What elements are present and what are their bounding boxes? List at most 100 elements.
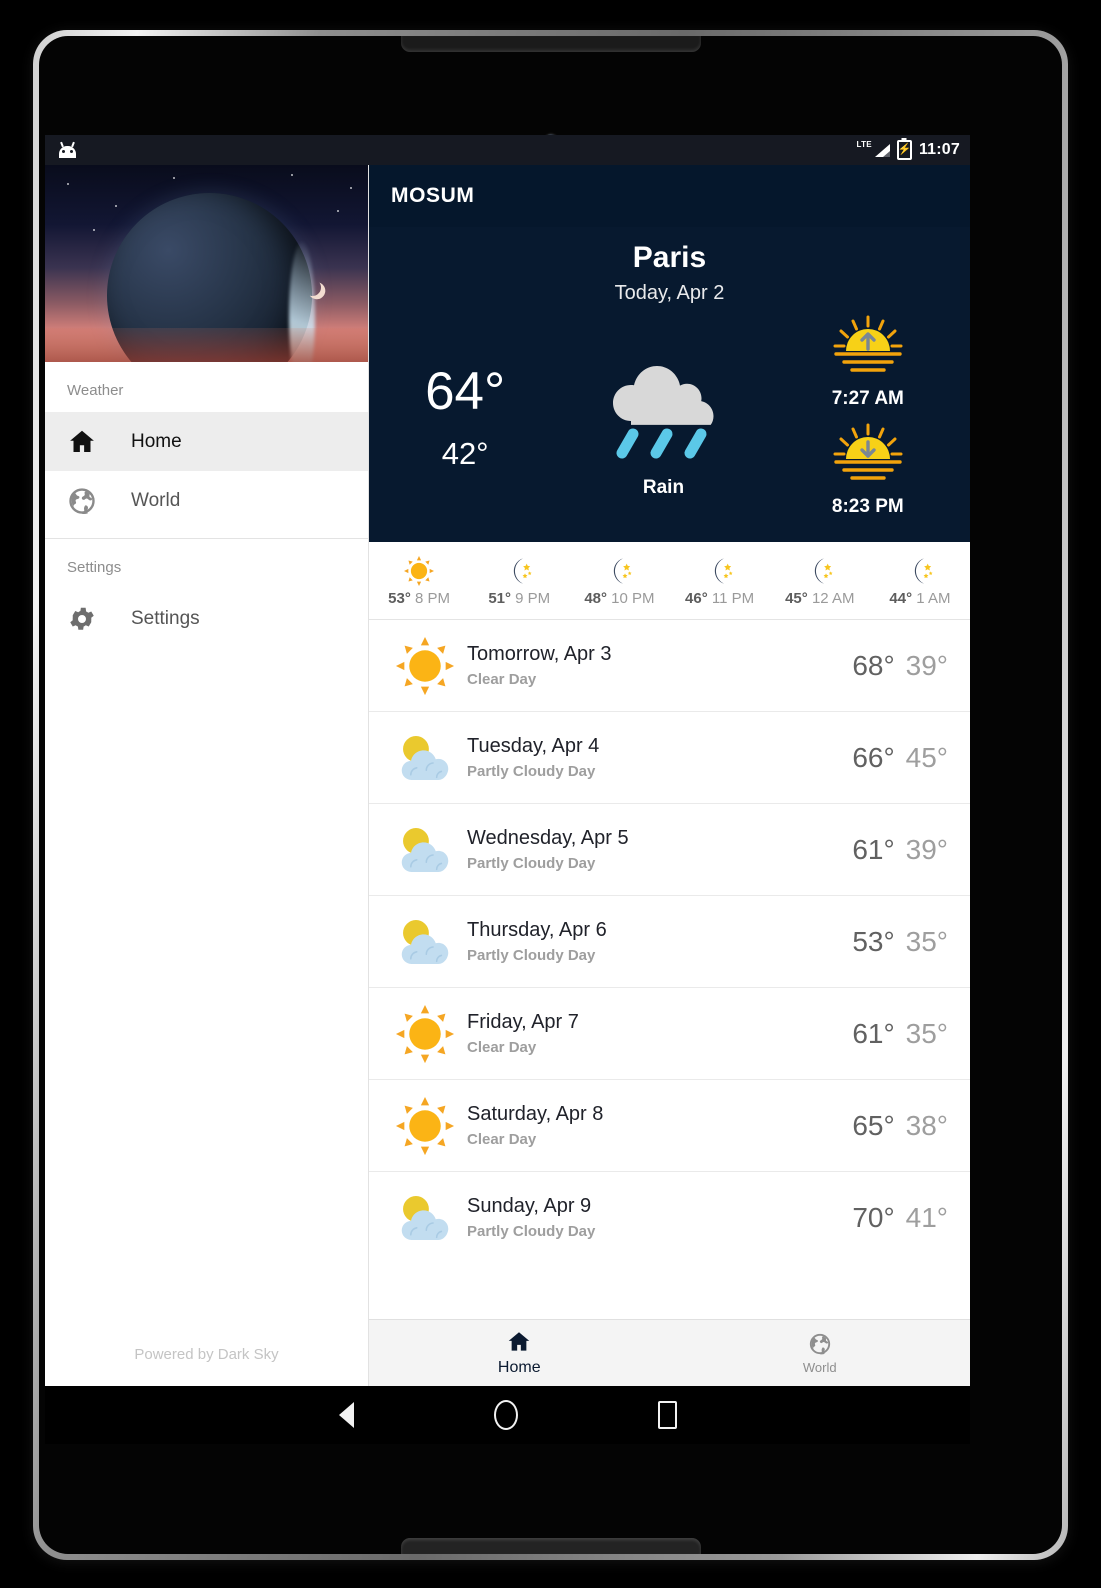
daily-forecast-day: Thursday, Apr 6 (467, 919, 607, 941)
hourly-time: 10 PM (611, 589, 655, 607)
partly-cloudy-icon (389, 911, 461, 973)
recents-icon[interactable] (657, 1401, 677, 1429)
moon-icon (503, 555, 535, 587)
main-content: MOSUM Paris Today, Apr 2 64° 42° Rain 7:… (369, 165, 970, 1386)
battery-charging-icon: ⚡ (896, 140, 912, 160)
hourly-temp: 51° (488, 589, 511, 607)
hourly-forecast-label: 45° 12 AM (785, 590, 854, 607)
current-high-temp: 64° (425, 362, 506, 421)
partly-cloudy-icon (389, 1187, 461, 1249)
sidebar-item-home[interactable]: Home (45, 412, 368, 471)
daily-forecast-text: Thursday, Apr 6 Partly Cloudy Day (467, 919, 852, 964)
gear-icon (67, 604, 101, 634)
sidebar-item-home-label: Home (131, 430, 182, 452)
daily-forecast-row[interactable]: Sunday, Apr 9 Partly Cloudy Day 70° 41° (369, 1172, 970, 1263)
daily-forecast-list[interactable]: Tomorrow, Apr 3 Clear Day 68° 39° Tuesday, A… (369, 620, 970, 1386)
daily-forecast-row[interactable]: Tuesday, Apr 4 Partly Cloudy Day 66° 45° (369, 712, 970, 804)
home-circle-icon[interactable] (493, 1400, 518, 1430)
moon-icon (804, 555, 836, 587)
daily-forecast-row[interactable]: Thursday, Apr 6 Partly Cloudy Day 53° 35° (369, 896, 970, 988)
sidebar-item-settings-label: Settings (131, 607, 200, 629)
daily-high-temp: 53° (852, 925, 895, 957)
home-icon (67, 427, 101, 457)
rain-icon (587, 339, 739, 461)
daily-forecast-condition: Partly Cloudy Day (467, 855, 596, 872)
hourly-temp: 44° (889, 589, 913, 607)
daily-forecast-temps: 53° 35° (852, 926, 948, 958)
daily-forecast-text: Sunday, Apr 9 Partly Cloudy Day (467, 1195, 852, 1240)
daily-forecast-day: Friday, Apr 7 (467, 1011, 579, 1033)
bottom-nav-world[interactable]: World (670, 1320, 971, 1386)
daily-high-temp: 68° (852, 649, 895, 681)
daily-high-temp: 61° (852, 1017, 895, 1049)
daily-forecast-condition: Partly Cloudy Day (467, 947, 596, 964)
current-date: Today, Apr 2 (614, 282, 725, 304)
daily-forecast-text: Tuesday, Apr 4 Partly Cloudy Day (467, 735, 852, 780)
daily-low-temp: 41° (905, 1201, 948, 1233)
daily-forecast-condition: Clear Day (467, 1039, 537, 1056)
hourly-forecast-label: 53° 8 PM (388, 590, 450, 607)
app-title: MOSUM (391, 184, 475, 207)
sidebar-item-settings[interactable]: Settings (45, 589, 368, 648)
back-icon[interactable] (338, 1402, 354, 1428)
daily-forecast-day: Sunday, Apr 9 (467, 1195, 592, 1217)
daily-high-temp: 65° (852, 1109, 895, 1141)
hourly-forecast-item[interactable]: 44° 1 AM (870, 555, 970, 607)
sun-icon (389, 1003, 461, 1065)
daily-forecast-text: Wednesday, Apr 5 Partly Cloudy Day (467, 827, 852, 872)
hourly-forecast-item[interactable]: 51° 9 PM (469, 555, 569, 607)
daily-forecast-day: Wednesday, Apr 5 (467, 827, 629, 849)
hourly-forecast-item[interactable]: 45° 12 AM (770, 555, 870, 607)
daily-high-temp: 66° (852, 741, 895, 773)
moon-icon (603, 555, 635, 587)
drawer-header-image (45, 165, 368, 362)
current-weather-panel: Paris Today, Apr 2 64° 42° Rain 7:27 AM … (369, 227, 970, 542)
signal-strength-icon (874, 143, 890, 157)
sidebar-item-world[interactable]: World (45, 471, 368, 530)
daily-forecast-temps: 66° 45° (852, 742, 948, 774)
daily-high-temp: 70° (852, 1201, 895, 1233)
navigation-drawer: Weather Home World Settings Settings Pow… (45, 165, 369, 1386)
hourly-time: 1 AM (916, 589, 951, 607)
daily-forecast-condition: Clear Day (467, 671, 537, 688)
clock-label: 11:07 (918, 141, 960, 158)
daily-forecast-day: Saturday, Apr 8 (467, 1103, 604, 1125)
daily-forecast-text: Tomorrow, Apr 3 Clear Day (467, 643, 852, 688)
hourly-temp: 45° (785, 589, 808, 607)
horizon-glow (45, 328, 368, 362)
daily-forecast-temps: 65° 38° (852, 1110, 948, 1142)
daily-low-temp: 45° (905, 741, 948, 773)
speaker-grille-bottom (400, 1538, 701, 1554)
sun-icon (403, 555, 435, 587)
android-navigation-bar (45, 1386, 970, 1444)
home-icon (506, 1329, 532, 1355)
daily-forecast-row[interactable]: Wednesday, Apr 5 Partly Cloudy Day 61° 39° (369, 804, 970, 896)
daily-forecast-row[interactable]: Tomorrow, Apr 3 Clear Day 68° 39° (369, 620, 970, 712)
hourly-forecast-item[interactable]: 48° 10 PM (569, 555, 669, 607)
daily-forecast-temps: 70° 41° (852, 1202, 948, 1234)
daily-forecast-temps: 61° 35° (852, 1018, 948, 1050)
drawer-section-weather-label: Weather (67, 382, 124, 399)
hourly-temp: 53° (388, 589, 411, 607)
current-condition: Rain (642, 476, 685, 498)
hourly-time: 8 PM (415, 589, 451, 607)
bottom-nav-home[interactable]: Home (369, 1320, 670, 1386)
hourly-temp: 46° (685, 589, 708, 607)
hourly-forecast-item[interactable]: 53° 8 PM (369, 555, 469, 607)
hourly-forecast-label: 51° 9 PM (488, 590, 550, 607)
hourly-temp: 48° (584, 589, 607, 607)
daily-forecast-condition: Partly Cloudy Day (467, 1223, 596, 1240)
hourly-forecast-strip[interactable]: 53° 8 PM 51° 9 PM 48° 10 PM 46° 11 PM 45° 12… (369, 542, 970, 620)
speaker-grille-top (400, 36, 701, 52)
daily-forecast-row[interactable]: Friday, Apr 7 Clear Day 61° 35° (369, 988, 970, 1080)
daily-forecast-text: Saturday, Apr 8 Clear Day (467, 1103, 852, 1148)
daily-low-temp: 39° (905, 833, 948, 865)
daily-forecast-text: Friday, Apr 7 Clear Day (467, 1011, 852, 1056)
moon-icon (704, 555, 736, 587)
drawer-section-settings-label: Settings (67, 559, 122, 576)
hourly-forecast-item[interactable]: 46° 11 PM (670, 555, 770, 607)
daily-forecast-row[interactable]: Saturday, Apr 8 Clear Day 65° 38° (369, 1080, 970, 1172)
daily-forecast-temps: 61° 39° (852, 834, 948, 866)
bottom-navigation-bar: Home World (369, 1319, 970, 1386)
current-temperatures: 64° 42° (369, 365, 561, 472)
